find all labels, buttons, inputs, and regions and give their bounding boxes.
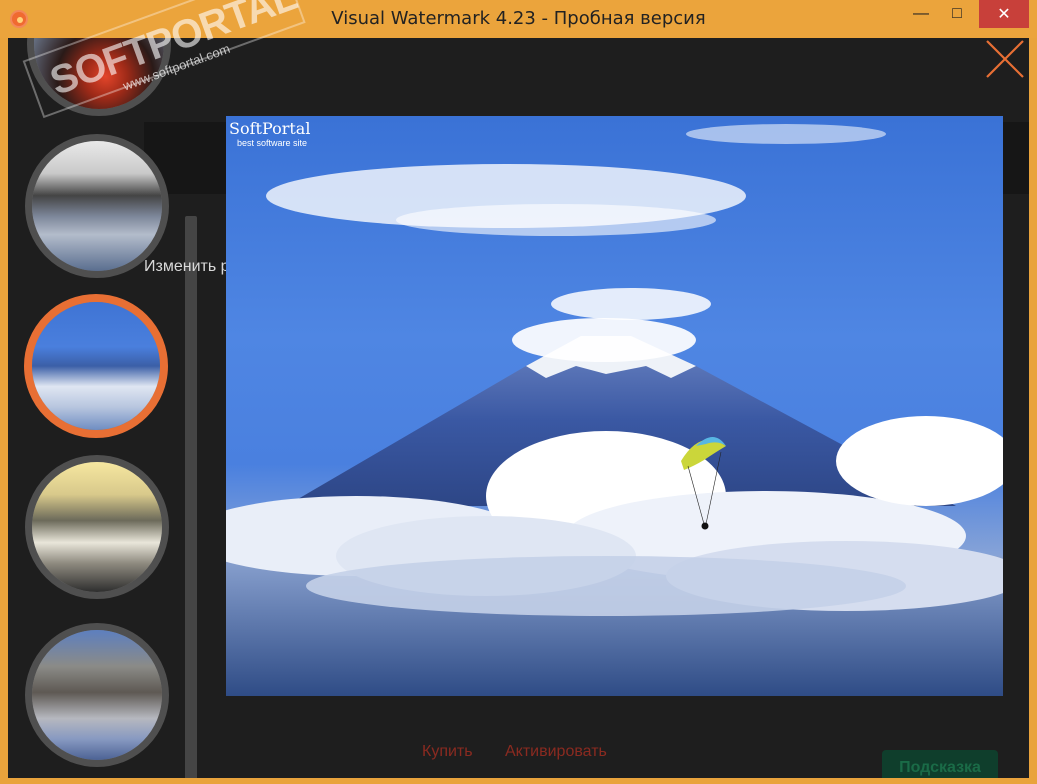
buy-link[interactable]: Купить — [422, 743, 473, 761]
thumbnail-ash-cloud[interactable] — [25, 134, 169, 278]
maximize-button[interactable]: □ — [934, 0, 980, 28]
thumbnail-sunrise-clouds[interactable] — [25, 455, 169, 599]
scrollbar[interactable] — [185, 216, 197, 778]
hint-button[interactable]: Подсказка — [882, 750, 998, 778]
thumbnail-mountain-paraglider[interactable] — [24, 294, 168, 438]
image-preview[interactable]: SoftPortal best software site — [226, 116, 1003, 696]
preview-brand-sub: best software site — [237, 138, 308, 148]
close-window-button[interactable]: ✕ — [979, 0, 1029, 28]
close-icon[interactable] — [984, 38, 1026, 80]
thumbnail-volcano-smoke[interactable] — [25, 623, 169, 767]
preview-picture — [226, 124, 1003, 696]
main-area: Изменить р Купить Активировать Подсказка — [8, 38, 1029, 778]
activate-link[interactable]: Активировать — [505, 743, 607, 761]
app-window: Visual Watermark 4.23 - Пробная версия —… — [0, 0, 1037, 784]
preview-brand: SoftPortal — [229, 119, 311, 138]
